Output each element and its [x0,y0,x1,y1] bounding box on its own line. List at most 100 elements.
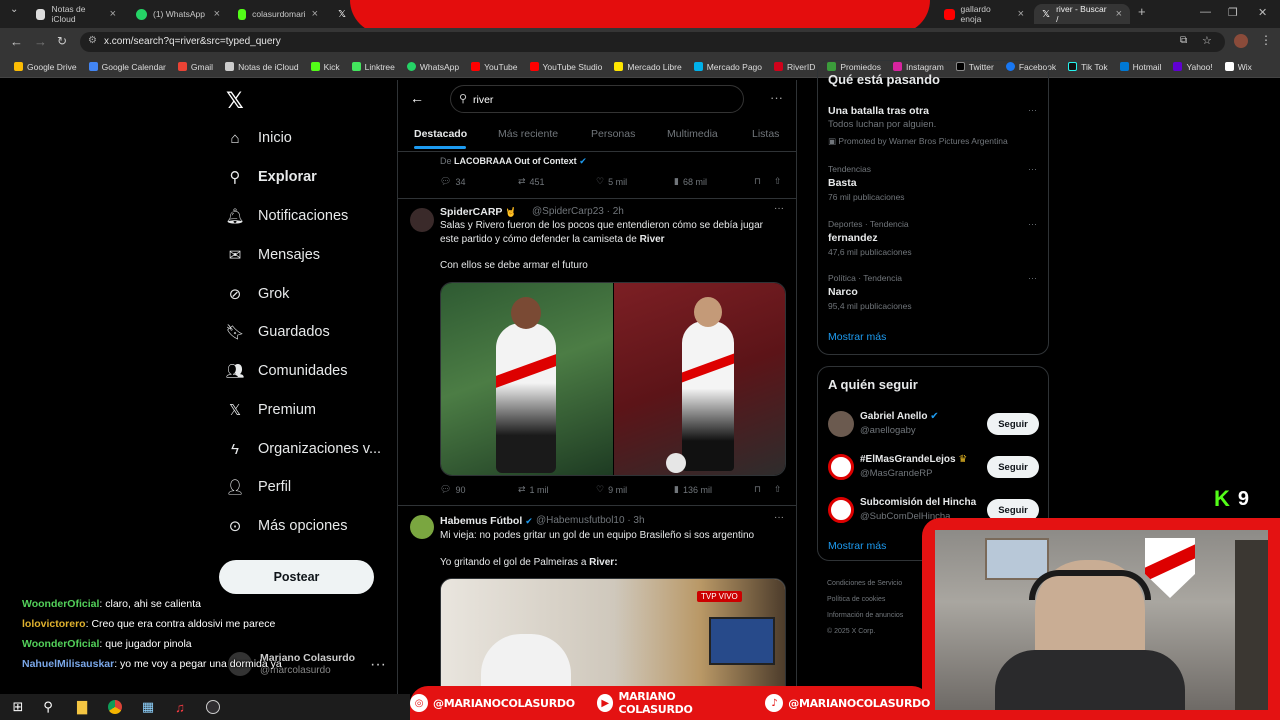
site-info-icon[interactable]: ⚙ [88,35,97,46]
footer-link[interactable]: Política de cookies [827,592,937,608]
like-button[interactable]: ♡ 9 mil [596,484,627,495]
nav-notifications[interactable]: 🔔︎ Notificaciones [225,207,348,225]
tab-search-icon[interactable]: ⌄ [10,4,18,15]
like-button[interactable]: ♡ 5 mil [596,176,627,187]
bookmark-tiktok[interactable]: Tik Tok [1062,62,1113,72]
bookmark-star-icon[interactable]: ☆ [1202,34,1212,47]
nav-premium[interactable]: 𝕏 Premium [226,401,316,419]
nav-bookmarks[interactable]: 🔖︎ Guardados [225,323,329,341]
follow-button[interactable]: Seguir [987,456,1039,478]
close-icon[interactable]: × [214,8,220,20]
footer-link[interactable]: Información de anuncios [827,608,937,624]
trend-title[interactable]: Basta [828,177,857,189]
tab-featured[interactable]: Destacado [414,128,467,140]
nav-home[interactable]: ⌂ Inicio [226,129,291,147]
close-icon[interactable]: × [312,8,318,20]
calculator-icon[interactable]: ▦ [140,699,156,715]
trend-title[interactable]: Narco [828,286,858,298]
browser-tab-x-small[interactable]: 𝕏 [330,4,350,24]
search-icon[interactable]: ⚲ [40,699,56,715]
bookmark-google-calendar[interactable]: Google Calendar [83,62,172,72]
quote-source-name[interactable]: LACOBRAAA Out of Context [454,156,577,166]
maximize-icon[interactable]: ❐ [1228,6,1238,19]
windows-start-icon[interactable]: ⊞ [10,699,26,715]
back-arrow-icon[interactable]: ← [10,34,23,49]
bookmark-button[interactable]: ⊓ [754,176,761,187]
tab-lists[interactable]: Listas [752,128,779,140]
window-close-icon[interactable]: ✕ [1258,6,1267,19]
tweet-time[interactable]: · 2h [607,206,624,217]
minimize-icon[interactable]: — [1200,6,1211,18]
bookmark-whatsapp[interactable]: WhatsApp [401,62,465,72]
tweet-more-icon[interactable]: ··· [774,203,784,214]
bookmark-yahoo[interactable]: Yahoo! [1167,62,1218,72]
browser-menu-icon[interactable]: ⋮ [1260,33,1272,47]
reload-icon[interactable]: ↻ [57,34,67,48]
close-icon[interactable]: × [1018,8,1024,20]
follow-button[interactable]: Seguir [987,413,1039,435]
search-options-icon[interactable]: ··· [770,90,783,105]
nav-messages[interactable]: ✉ Mensajes [226,246,320,264]
bookmark-kick[interactable]: Kick [305,62,346,72]
bookmark-mercado-libre[interactable]: Mercado Libre [608,62,687,72]
repost-button[interactable]: ⇄ 451 [518,176,545,187]
bookmark-linktree[interactable]: Linktree [346,62,401,72]
tweet-media[interactable] [440,282,786,476]
bookmark-icloud-notes[interactable]: Notas de iCloud [219,62,304,72]
nav-grok[interactable]: ⊘ Grok [226,285,290,303]
tweet-more-icon[interactable]: ··· [774,512,784,523]
new-tab-icon[interactable]: + [1138,4,1146,19]
tab-media[interactable]: Multimedia [667,128,718,140]
views-button[interactable]: ▮ 136 mil [674,484,712,495]
repost-button[interactable]: ⇄ 1 mil [518,484,549,495]
follow-suggestion[interactable]: Gabriel Anello ✔ @anellogaby Seguir [818,407,1050,447]
browser-tab-whatsapp[interactable]: (1) WhatsApp × [128,4,228,24]
nav-communities[interactable]: 👥︎ Comunidades [225,362,347,380]
cast-icon[interactable]: ⧉ [1180,35,1187,46]
footer-link[interactable]: Condiciones de Servicio [827,576,937,592]
tweet-author[interactable]: SpiderCARP 🤘 [440,206,516,218]
tweet[interactable]: De LACOBRAAA Out of Context ✔ 💬︎ 34 ⇄ 451 … [398,152,796,202]
tab-people[interactable]: Personas [591,128,635,140]
more-dots-icon[interactable]: ··· [1028,219,1037,229]
follow-show-more[interactable]: Mostrar más [828,540,886,552]
bookmark-youtube[interactable]: YouTube [465,62,523,72]
bookmark-mercado-pago[interactable]: Mercado Pago [688,62,768,72]
bookmark-gmail[interactable]: Gmail [172,62,219,72]
trend-title[interactable]: fernandez [828,232,878,244]
browser-tab-kick[interactable]: colasurdomari × [230,4,326,24]
browser-tab-youtube[interactable]: gallardo enoja × [936,4,1032,24]
more-dots-icon[interactable]: ··· [1028,164,1037,174]
bookmark-youtube-studio[interactable]: YouTube Studio [524,62,609,72]
browser-tab-x-active[interactable]: 𝕏 river - Buscar / × [1034,4,1130,24]
bookmark-riverid[interactable]: RiverID [768,62,821,72]
share-button[interactable]: ⇧ [774,176,782,187]
browser-tab-icloud[interactable]: Notas de iCloud × [28,4,124,24]
bookmark-wix[interactable]: Wix [1219,62,1258,72]
forward-arrow-icon[interactable]: → [34,34,47,49]
trends-show-more[interactable]: Mostrar más [828,331,886,343]
url-field[interactable]: ⚙ x.com/search?q=river&src=typed_query ⧉… [80,32,1225,52]
nav-more[interactable]: ⊙ Más opciones [226,517,348,535]
bookmark-button[interactable]: ⊓ [754,484,761,495]
reply-button[interactable]: 💬︎ 34 [440,176,465,187]
avatar[interactable] [410,208,434,232]
more-dots-icon[interactable]: ··· [1028,273,1037,283]
bookmark-hotmail[interactable]: Hotmail [1114,62,1168,72]
profile-avatar-icon[interactable] [1234,34,1248,48]
obs-icon[interactable] [205,699,221,715]
close-icon[interactable]: × [1116,8,1122,20]
music-icon[interactable]: ♫ [172,699,188,715]
back-arrow-icon[interactable]: ← [410,90,424,106]
file-explorer-icon[interactable]: ▇ [74,699,90,715]
nav-profile[interactable]: 👤︎ Perfil [225,478,291,496]
nav-organizations[interactable]: ϟ Organizaciones v... [226,440,381,458]
tab-latest[interactable]: Más reciente [498,128,558,140]
x-logo-icon[interactable]: 𝕏 [226,88,244,114]
nav-explore[interactable]: ⚲ Explorar [226,168,317,186]
more-dots-icon[interactable]: ··· [1028,105,1037,115]
promoted-trend-title[interactable]: Una batalla tras otra [828,105,929,117]
tweet-author[interactable]: Habemus Fútbol ✔ [440,515,533,527]
close-icon[interactable]: × [110,8,116,20]
more-dots-icon[interactable]: ··· [370,656,386,674]
